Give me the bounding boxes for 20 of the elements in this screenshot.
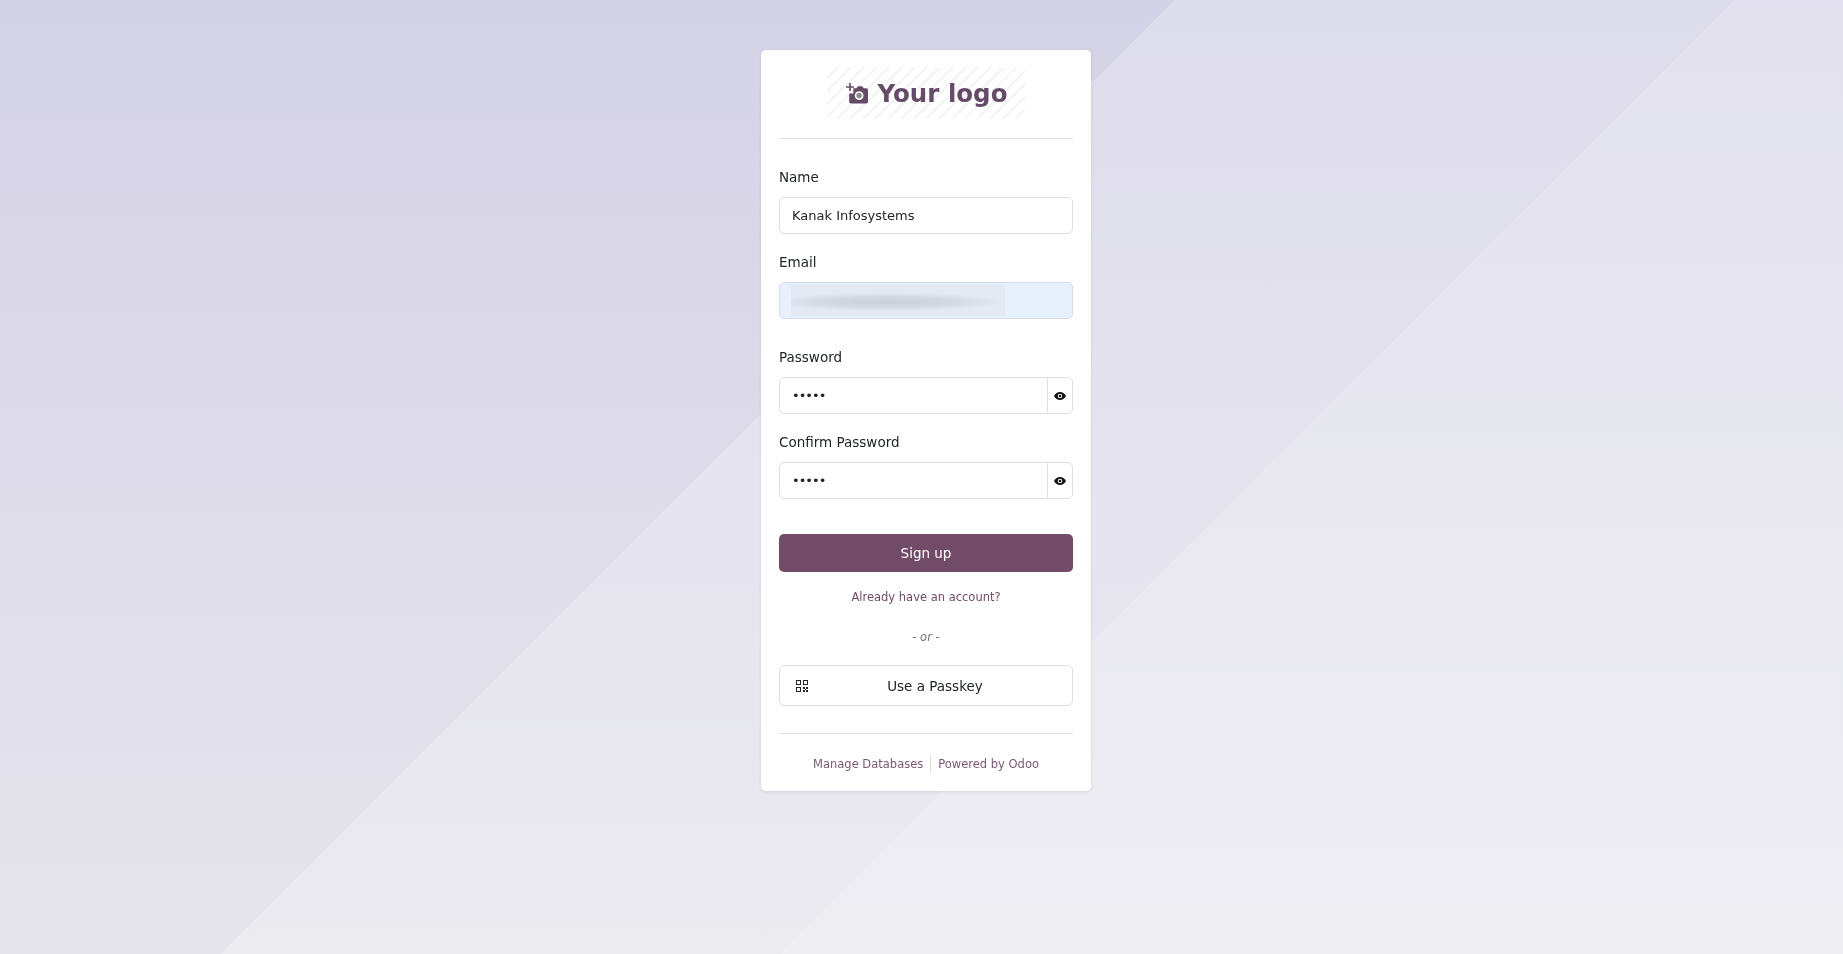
separator-text: - or -: [912, 630, 940, 644]
footer-link[interactable]: Manage Databases: [806, 755, 931, 773]
eye-icon: [1054, 391, 1066, 400]
show-password-button[interactable]: [1047, 462, 1073, 499]
qr-code-icon: [796, 679, 808, 692]
login-link[interactable]: Already have an account?: [851, 590, 1001, 604]
field-label: Name: [779, 168, 820, 187]
field-label: Email: [779, 253, 818, 272]
passkey-button[interactable]: Use a Passkey: [779, 665, 1073, 706]
password-field[interactable]: •••••: [779, 462, 1048, 499]
show-password-button[interactable]: [1047, 377, 1073, 414]
eye-icon: [1054, 476, 1066, 485]
camera-plus-icon: [844, 82, 868, 104]
footer-link[interactable]: Powered by Odoo: [930, 755, 1046, 773]
text-field[interactable]: Kanak Infosystems: [779, 197, 1073, 234]
field-label: Password: [779, 348, 844, 367]
logo-text: Your logo: [877, 78, 1008, 108]
field-label: Confirm Password: [779, 433, 901, 452]
sign-up-button[interactable]: Sign up: [779, 534, 1073, 572]
password-field[interactable]: •••••: [779, 377, 1048, 414]
